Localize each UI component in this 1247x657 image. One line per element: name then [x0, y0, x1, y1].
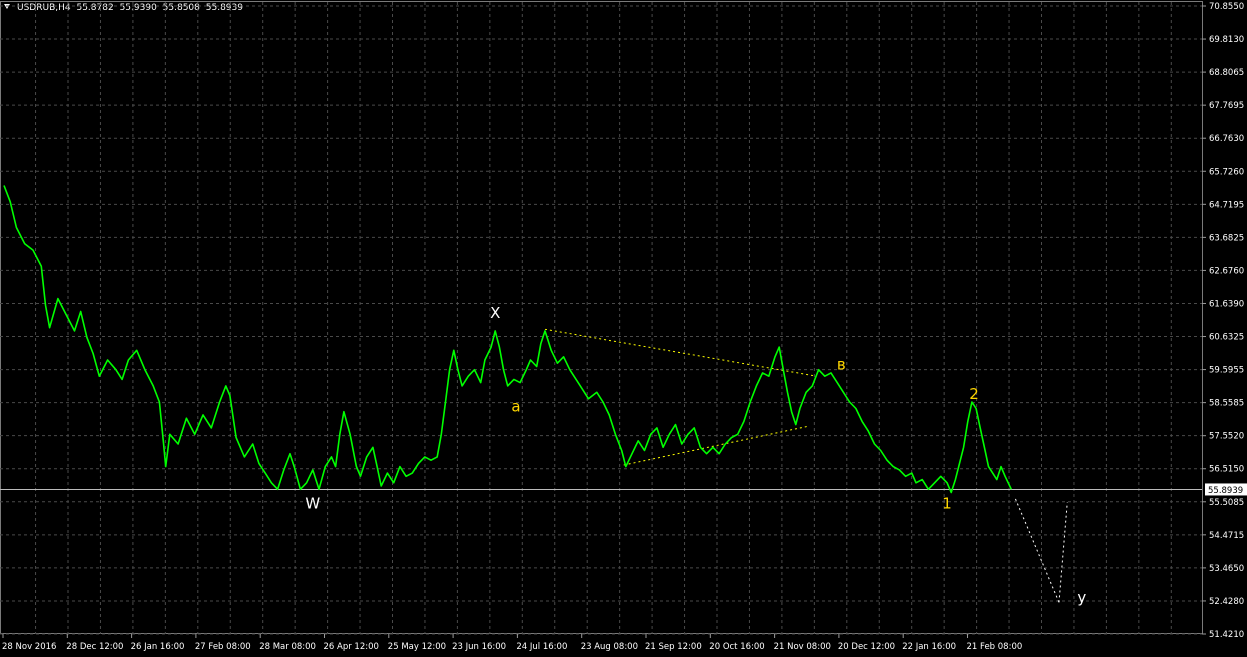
x-tick-label: 21 Sep 12:00 — [645, 642, 702, 652]
y-tick-label: 52.4280 — [1209, 597, 1244, 607]
y-tick-label: 53.4650 — [1209, 564, 1244, 574]
x-tick-label: 20 Dec 12:00 — [838, 642, 895, 652]
y-tick-label: 69.8130 — [1209, 35, 1244, 45]
y-tick-label: 66.7630 — [1209, 134, 1244, 144]
y-tick-label: 55.5085 — [1209, 498, 1244, 508]
y-tick-label: 58.5585 — [1209, 399, 1244, 409]
y-tick-label: 68.8065 — [1209, 68, 1244, 78]
triangle-trendline — [623, 425, 809, 466]
x-tick-label: 20 Oct 16:00 — [709, 642, 764, 652]
wave-label: W — [305, 495, 320, 513]
x-tick-label: 28 Nov 2016 — [2, 642, 56, 652]
y-tick-label: 60.6325 — [1209, 333, 1244, 343]
x-tick-label: 28 Mar 08:00 — [259, 642, 316, 652]
x-tick-label: 27 Feb 08:00 — [195, 642, 251, 652]
y-tick-label: 64.7195 — [1209, 200, 1244, 210]
y-tick-label: 62.6760 — [1209, 266, 1244, 276]
x-tick-label: 26 Jan 16:00 — [131, 642, 185, 652]
projection-line — [1014, 498, 1060, 603]
x-tick-label: 21 Feb 08:00 — [967, 642, 1023, 652]
y-tick-label: 61.6390 — [1209, 299, 1244, 309]
y-tick-label: 59.5955 — [1209, 366, 1244, 376]
x-tick-label: 23 Aug 08:00 — [581, 642, 638, 652]
x-tick-label: 22 Jan 16:00 — [902, 642, 956, 652]
wave-label: X — [490, 304, 500, 322]
y-tick-label: 63.6825 — [1209, 233, 1244, 243]
x-tick-label: 24 Jul 16:00 — [516, 642, 567, 652]
price-series-line — [3, 185, 1013, 494]
price-chart[interactable]: 70.8550 69.8130 68.8065 67.7695 66.7630 65.72… — [0, 0, 1247, 657]
current-price-label: 55.8939 — [1208, 486, 1243, 496]
y-tick-label: 54.4715 — [1209, 531, 1244, 541]
y-tick-label: 70.8550 — [1209, 2, 1244, 12]
x-tick-label: 26 Apr 12:00 — [324, 642, 379, 652]
plot-frame — [0, 1, 1203, 634]
wave-label: a — [511, 398, 520, 416]
wave-label: 2 — [969, 385, 979, 403]
wave-label: y — [1077, 588, 1086, 606]
y-tick-label: 65.7260 — [1209, 167, 1244, 177]
y-tick-label: 51.4210 — [1209, 630, 1244, 640]
wave-label: 1 — [942, 495, 952, 513]
y-tick-label: 67.7695 — [1209, 101, 1244, 111]
x-tick-label: 21 Nov 08:00 — [774, 642, 831, 652]
x-tick-label: 28 Dec 12:00 — [66, 642, 123, 652]
y-tick-label: 57.5520 — [1209, 432, 1244, 442]
y-tick-label: 56.5150 — [1209, 465, 1244, 475]
x-tick-label: 25 May 12:00 — [388, 642, 446, 652]
x-tick-label: 23 Jun 16:00 — [452, 642, 506, 652]
projection-line — [1058, 502, 1068, 603]
wave-label: в — [837, 356, 846, 374]
